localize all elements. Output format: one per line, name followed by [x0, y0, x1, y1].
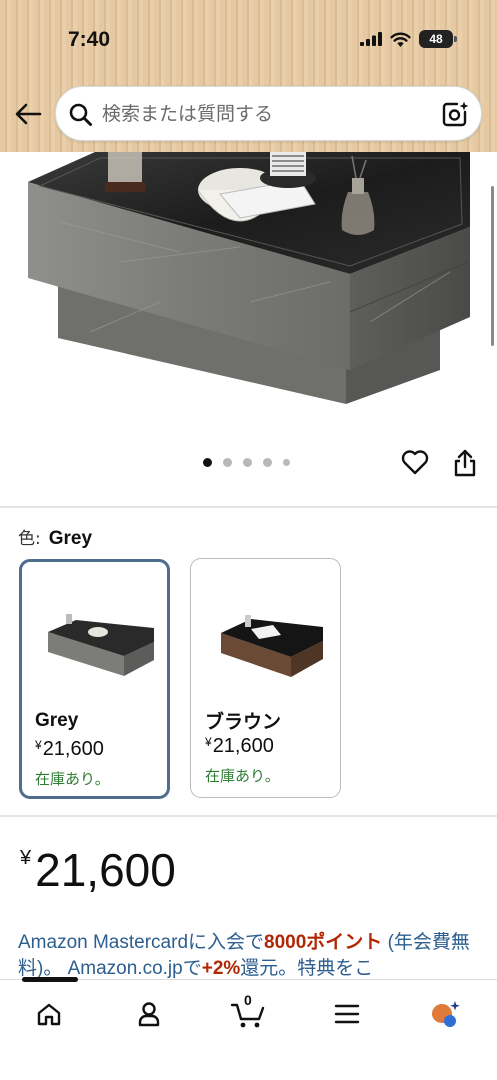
swatch-grey[interactable]: Grey ¥21,600 在庫あり。	[19, 559, 170, 799]
rufus-assistant-icon	[431, 1001, 460, 1027]
variation-label: 色: Grey	[18, 524, 92, 550]
pagination-dot-3[interactable]	[243, 458, 252, 467]
mastercard-promo-link[interactable]: Amazon Mastercardに入会で8000ポイント (年会費無料)。 A…	[18, 930, 478, 980]
swatch-price: ¥21,600	[205, 735, 274, 757]
nav-account[interactable]	[129, 994, 169, 1034]
pagination-dot-1[interactable]	[203, 458, 212, 467]
cellular-signal-icon	[360, 32, 382, 46]
search-icon	[69, 103, 92, 126]
search-bar[interactable]	[55, 86, 482, 141]
swatch-name: Grey	[35, 710, 79, 731]
swatch-stock: 在庫あり。	[35, 770, 110, 788]
image-scrollbar[interactable]	[491, 186, 494, 346]
image-pagination-dots[interactable]	[203, 458, 290, 467]
wishlist-button[interactable]	[401, 449, 429, 480]
swatch-name: ブラウン	[205, 712, 282, 733]
camera-search-icon[interactable]	[441, 100, 469, 128]
price-amount: 21,600	[35, 844, 176, 896]
share-button[interactable]	[452, 448, 478, 483]
bottom-nav: 0	[0, 977, 497, 1080]
swatch-stock: 在庫あり。	[205, 767, 280, 785]
heart-icon	[401, 450, 429, 475]
pagination-dot-5[interactable]	[283, 459, 290, 466]
cart-count-badge: 0	[244, 992, 252, 1008]
nav-home[interactable]	[29, 994, 69, 1034]
user-icon	[138, 1002, 160, 1027]
divider	[0, 815, 497, 817]
swatch-grey-thumbnail	[48, 614, 154, 676]
back-arrow-icon	[15, 103, 42, 125]
price-currency: ¥	[20, 847, 32, 869]
product-price: ¥21,600	[20, 843, 176, 897]
nav-cart[interactable]: 0	[228, 992, 268, 1034]
pagination-dot-4[interactable]	[263, 458, 272, 467]
coffee-table-image	[28, 152, 470, 404]
product-image[interactable]	[0, 152, 497, 442]
variation-selected-value: Grey	[48, 528, 93, 549]
swatch-price: ¥21,600	[35, 738, 104, 760]
status-time: 7:40	[68, 28, 111, 51]
status-icons: 48	[360, 30, 457, 48]
battery-indicator: 48	[419, 30, 457, 48]
hamburger-menu-icon	[334, 1004, 360, 1024]
share-icon	[454, 449, 476, 477]
home-icon	[37, 1003, 61, 1026]
product-page: 7:40 48 検索または質問する 色: Grey Grey ¥21,600 在…	[0, 0, 497, 1080]
back-button[interactable]	[12, 98, 44, 130]
active-tab-indicator	[22, 977, 78, 982]
header: 7:40 48	[0, 0, 497, 152]
divider	[0, 506, 497, 508]
nav-rufus-ai[interactable]	[425, 994, 465, 1034]
search-input[interactable]	[102, 87, 432, 140]
pagination-dot-2[interactable]	[223, 458, 232, 467]
swatch-brown[interactable]: ブラウン ¥21,600 在庫あり。	[190, 558, 341, 798]
swatch-brown-thumbnail	[221, 615, 323, 677]
wifi-icon	[390, 32, 411, 47]
variation-key: 色:	[18, 529, 41, 549]
nav-menu[interactable]	[327, 994, 367, 1034]
